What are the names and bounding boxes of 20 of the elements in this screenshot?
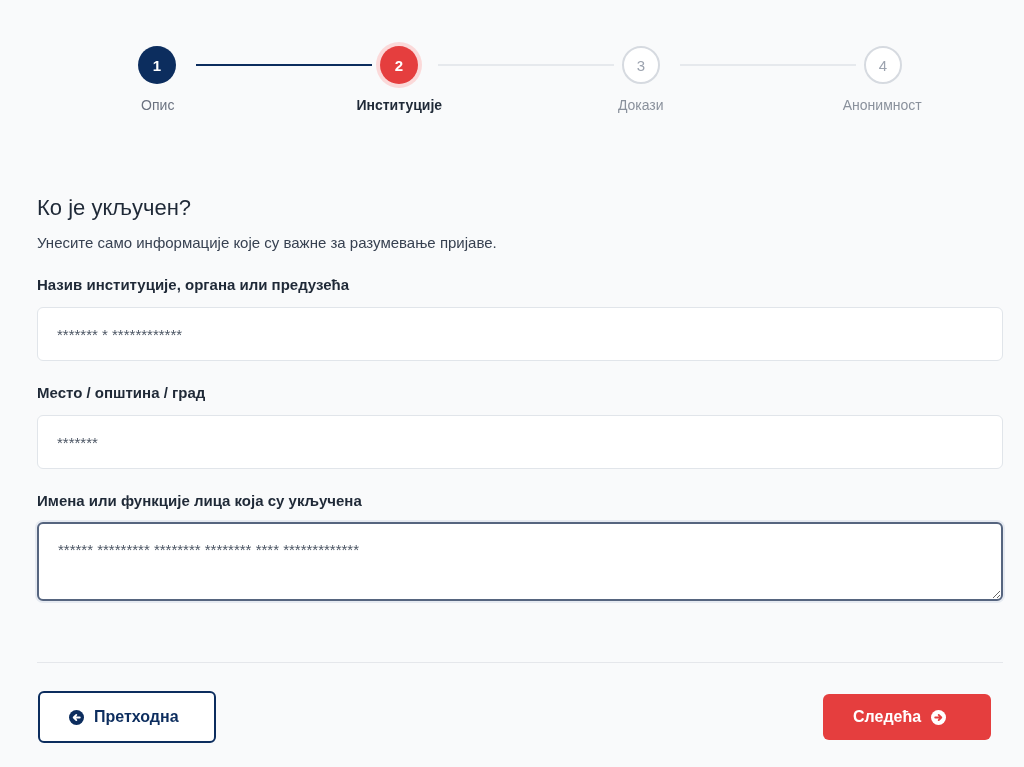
section-description: Унесите само информације које су важне за разумевање пријаве. xyxy=(37,233,497,253)
step-label: Институције xyxy=(356,97,443,113)
step-circle: 4 xyxy=(864,46,902,84)
step-circle: 1 xyxy=(138,46,176,84)
section-title: Ко је укључен? xyxy=(37,194,192,222)
text-input-field[interactable]: ******* * ************ xyxy=(37,307,1003,361)
field-label: Имена или функције лица која су укључена xyxy=(37,491,362,511)
text-area-field[interactable]: ****** ********* ******** ******** **** ************* xyxy=(37,522,1003,601)
next-button[interactable]: Следећа xyxy=(823,694,991,740)
previous-button[interactable]: Претходна xyxy=(38,691,216,743)
step-label: Анонимност xyxy=(842,97,922,113)
step-circle: 2 xyxy=(380,46,418,84)
field-label: Место / општина / град xyxy=(37,383,206,403)
step-label: Опис xyxy=(141,97,175,113)
left-arrow-circle-icon xyxy=(69,709,84,725)
step-circle: 3 xyxy=(622,46,660,84)
step-label: Докази xyxy=(617,97,664,113)
right-arrow-circle-icon xyxy=(931,709,947,725)
field-label: Назив институције, органа или предузећа xyxy=(37,275,350,295)
text-input-field[interactable]: ******* xyxy=(37,415,1003,469)
